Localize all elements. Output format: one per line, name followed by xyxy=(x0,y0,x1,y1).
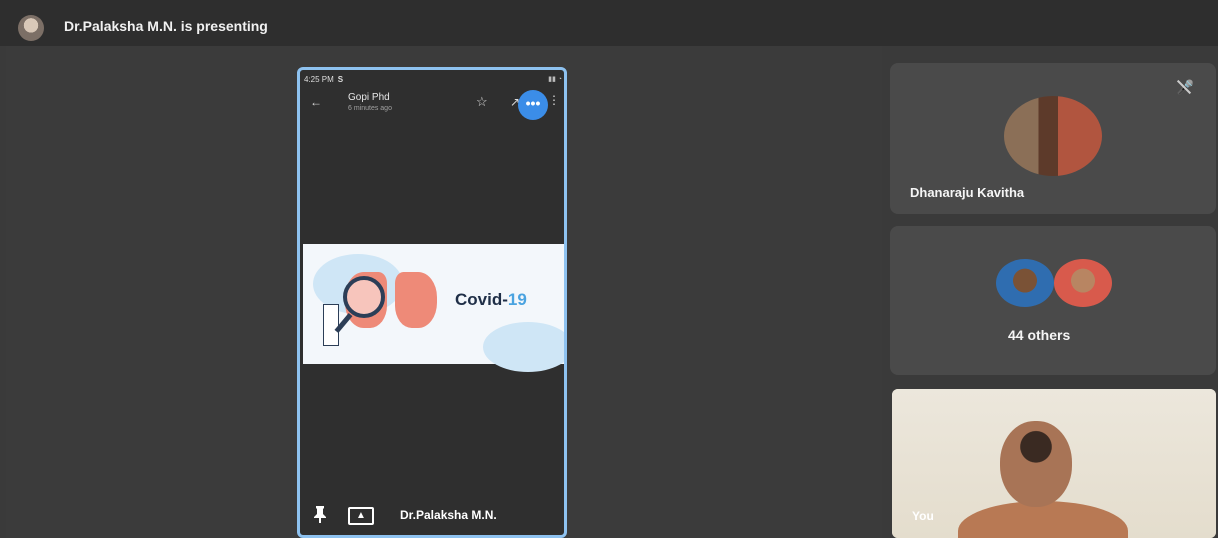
app-bar: ← Gopi Phd 6 minutes ago ☆ ↗ ••• ⋮ xyxy=(300,88,564,128)
magnifier-icon xyxy=(343,276,385,318)
phone-status-bar: 4:25 PM S ▮▮ ◔ xyxy=(304,72,562,86)
presenter-avatar xyxy=(18,15,44,41)
doctor-illustration xyxy=(323,304,339,346)
status-time: 4:25 PM xyxy=(304,74,334,84)
presenter-controls: ▲ Dr.Palaksha M.N. xyxy=(300,495,564,535)
pin-icon-svg xyxy=(314,506,326,523)
background-blob xyxy=(483,322,564,372)
others-count: 44 others xyxy=(1008,327,1071,343)
participant-avatar xyxy=(1004,96,1102,176)
covid-title-number: 19 xyxy=(507,290,527,309)
covid-image: Covid-19 xyxy=(303,244,564,372)
participant-avatar xyxy=(996,259,1054,307)
kebab-menu-icon[interactable]: ⋮ xyxy=(548,93,560,107)
pin-icon[interactable] xyxy=(312,505,328,528)
mic-off-icon: 🎤 xyxy=(1176,79,1194,95)
star-icon[interactable]: ☆ xyxy=(476,94,488,110)
status-icons: ▮▮ ◔ xyxy=(548,76,562,83)
app-title: Gopi Phd xyxy=(348,92,390,103)
participant-tile-dhanaraju[interactable]: 🎤 Dhanaraju Kavitha xyxy=(890,63,1216,214)
app-subtitle: 6 minutes ago xyxy=(348,105,392,112)
self-label: You xyxy=(912,509,934,523)
participant-name: Dhanaraju Kavitha xyxy=(910,185,1025,200)
participant-avatar xyxy=(1054,259,1112,307)
lung-illustration xyxy=(395,272,437,328)
participant-tile-you[interactable]: You xyxy=(892,389,1216,538)
covid-title: Covid-19 xyxy=(455,290,527,310)
presenter-name: Dr.Palaksha M.N. xyxy=(400,508,497,522)
covid-title-word: Covid- xyxy=(455,290,508,309)
present-screen-icon[interactable]: ▲ xyxy=(348,507,374,525)
more-options-button[interactable]: ••• xyxy=(518,90,548,120)
presenting-title: Dr.Palaksha M.N. is presenting xyxy=(64,18,268,34)
participant-tile-others[interactable]: 44 others xyxy=(890,226,1216,375)
shared-screen[interactable]: 4:25 PM S ▮▮ ◔ ← Gopi Phd 6 minutes ago … xyxy=(297,67,567,538)
status-app-icon: S xyxy=(337,74,344,84)
presentation-bar: Dr.Palaksha M.N. is presenting xyxy=(0,0,1218,46)
self-video-face xyxy=(1000,421,1072,507)
back-arrow-icon[interactable]: ← xyxy=(310,95,322,109)
